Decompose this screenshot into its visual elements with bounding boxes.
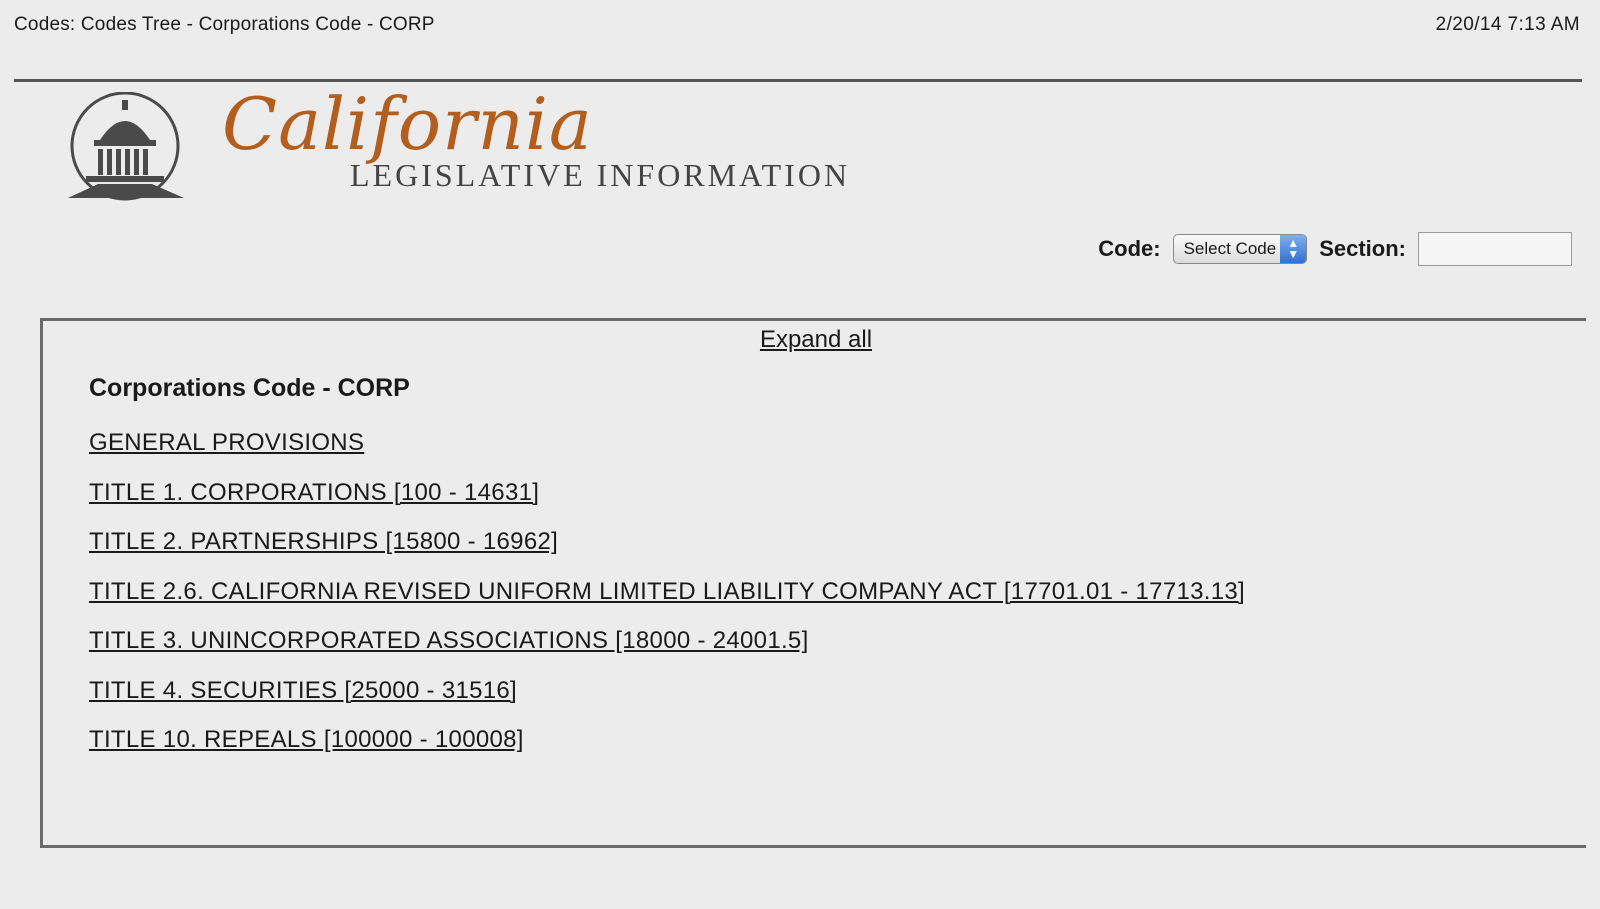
capitol-seal-icon[interactable] [68, 92, 186, 204]
codes-tree-panel: Expand all Corporations Code - CORP GENE… [40, 318, 1586, 848]
page: Codes: Codes Tree - Corporations Code - … [0, 0, 1600, 909]
code-label: Code: [1098, 236, 1161, 261]
brand-script-logo: California [222, 82, 593, 166]
list-item: TITLE 3. UNINCORPORATED ASSOCIATIONS [18… [89, 629, 1245, 679]
list-item: TITLE 2. PARTNERSHIPS [15800 - 16962] [89, 530, 1245, 580]
code-title-list: GENERAL PROVISIONS TITLE 1. CORPORATIONS… [89, 431, 1245, 778]
code-select[interactable]: Select Code ▲ ▼ [1172, 234, 1308, 264]
tree-link-title-1[interactable]: TITLE 1. CORPORATIONS [100 - 14631] [89, 479, 539, 506]
section-input[interactable] [1418, 232, 1572, 266]
tree-link-general-provisions[interactable]: GENERAL PROVISIONS [89, 429, 364, 456]
code-select-value: Select Code [1183, 239, 1277, 258]
print-header-title: Codes: Codes Tree - Corporations Code - … [14, 14, 435, 35]
list-item: TITLE 1. CORPORATIONS [100 - 14631] [89, 479, 1245, 531]
tree-link-title-2-6[interactable]: TITLE 2.6. CALIFORNIA REVISED UNIFORM LI… [89, 578, 1245, 605]
tree-link-title-3[interactable]: TITLE 3. UNINCORPORATED ASSOCIATIONS [18… [89, 627, 809, 654]
brand-subtitle: LEGISLATIVE INFORMATION [350, 157, 851, 193]
updown-arrows-icon: ▲ ▼ [1280, 235, 1307, 263]
list-item: GENERAL PROVISIONS [89, 431, 1245, 481]
section-label: Section: [1319, 236, 1406, 261]
tree-link-title-2[interactable]: TITLE 2. PARTNERSHIPS [15800 - 16962] [89, 528, 558, 555]
code-search-bar: Code: Select Code ▲ ▼ Section: [1098, 232, 1572, 266]
tree-link-title-10[interactable]: TITLE 10. REPEALS [100000 - 100008] [89, 726, 524, 753]
code-title: Corporations Code - CORP [89, 374, 410, 402]
tree-link-title-4[interactable]: TITLE 4. SECURITIES [25000 - 31516] [89, 677, 517, 704]
list-item: TITLE 10. REPEALS [100000 - 100008] [89, 728, 1245, 778]
expand-all-link[interactable]: Expand all [43, 326, 1589, 354]
print-header-datetime: 2/20/14 7:13 AM [1435, 14, 1580, 35]
list-item: TITLE 4. SECURITIES [25000 - 31516] [89, 677, 1245, 729]
list-item: TITLE 2.6. CALIFORNIA REVISED UNIFORM LI… [89, 578, 1245, 630]
